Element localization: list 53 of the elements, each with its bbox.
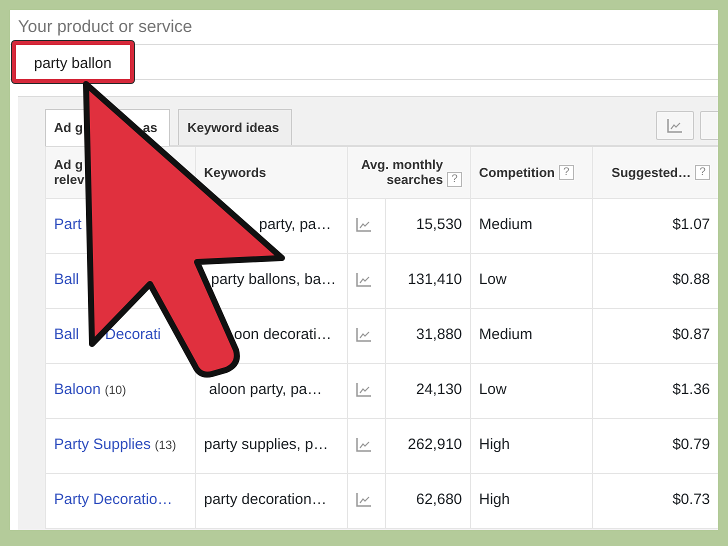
bid-value: $0.87: [672, 326, 710, 344]
ad-group-link[interactable]: Ball: [54, 271, 80, 288]
keyword-count: (13): [154, 438, 176, 452]
competition-value: Low: [479, 271, 507, 288]
column-header: Avg. monthly searches: [361, 157, 444, 188]
help-icon[interactable]: ?: [447, 172, 462, 188]
ad-group-link[interactable]: Party Supplies: [54, 436, 151, 454]
keywords-text: oon decorati…: [234, 326, 332, 344]
keywords-text: aloon party, pa…: [209, 381, 322, 398]
keywords-text: party, pa…: [259, 216, 332, 234]
chart-icon[interactable]: [356, 383, 372, 398]
keywords-text: party supplies, p…: [204, 436, 328, 454]
bid-value: $1.07: [672, 216, 710, 234]
chart-icon[interactable]: [356, 438, 372, 452]
searches-value: 24,130: [416, 381, 462, 398]
tab[interactable]: Keyword ideas: [178, 109, 292, 145]
field-label: Your product or service: [17, 16, 194, 38]
search-field[interactable]: party ballon: [12, 41, 134, 83]
column-header: Ad g relev: [54, 157, 84, 188]
competition-value: High: [479, 436, 510, 454]
help-icon[interactable]: ?: [695, 164, 710, 180]
bid-value: $0.88: [672, 271, 710, 288]
ad-group-link[interactable]: Ball: [54, 326, 80, 344]
bid-value: $0.73: [672, 491, 710, 508]
searches-value: 62,680: [416, 491, 462, 508]
competition-value: Medium: [479, 326, 532, 344]
searches-value: 262,910: [408, 436, 462, 454]
bid-value: $0.79: [672, 436, 710, 454]
tab-label[interactable]: as: [142, 118, 158, 138]
searches-value: 31,880: [416, 326, 462, 344]
ad-group-link[interactable]: Part: [54, 216, 82, 234]
ad-group-link[interactable]: Decorati: [105, 326, 161, 344]
tab-label[interactable]: Ad g: [54, 118, 83, 138]
searches-value: 131,410: [408, 271, 462, 288]
column-header: Keywords: [204, 164, 266, 180]
chart-button[interactable]: [656, 111, 694, 140]
chart-icon: [667, 118, 683, 132]
competition-value: Low: [479, 381, 507, 398]
ad-group-link[interactable]: Baloon: [54, 381, 101, 398]
keywords-text: party decoration…: [204, 491, 327, 508]
competition-value: High: [479, 491, 510, 508]
searches-value: 15,530: [416, 216, 462, 234]
chart-icon[interactable]: [356, 493, 372, 508]
column-header: Suggested…: [612, 164, 692, 180]
column-header: Competition: [479, 164, 555, 180]
bid-value: $1.36: [672, 381, 710, 398]
help-icon[interactable]: ?: [558, 164, 574, 180]
competition-value: Medium: [479, 216, 532, 234]
chart-icon[interactable]: [356, 218, 372, 232]
keywords-text: party ballons, ba…: [211, 271, 336, 288]
chart-icon[interactable]: [356, 328, 372, 342]
keyword-count: (10): [104, 383, 126, 398]
chart-icon[interactable]: [356, 273, 372, 288]
